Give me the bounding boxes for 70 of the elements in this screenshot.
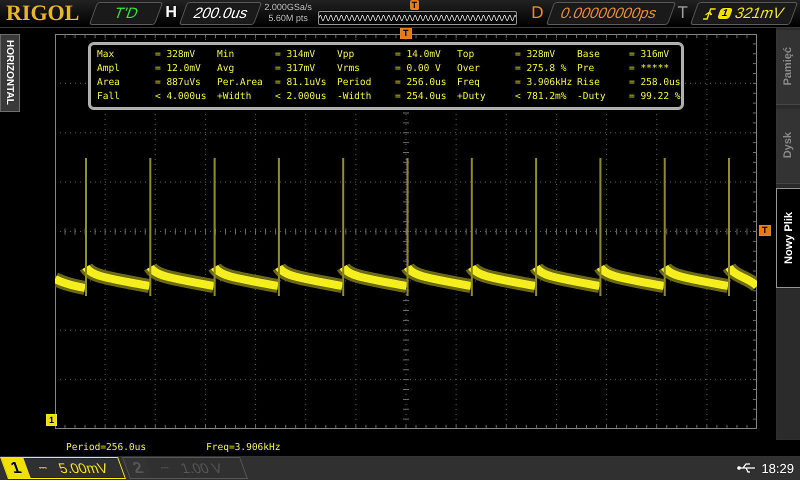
measurement-name: Vrms bbox=[337, 62, 361, 76]
trigger-source: 1 bbox=[716, 8, 732, 19]
rising-edge-icon bbox=[702, 7, 716, 20]
measurement-value: = 258.0us bbox=[629, 76, 682, 90]
coupling-symbol: ⎓ bbox=[159, 462, 171, 474]
measurement-value: < 4.000us bbox=[155, 90, 208, 104]
channel-setting[interactable]: 1 ⎓ 5.00mV bbox=[0, 457, 126, 480]
trigger-setting[interactable]: 1 321mV bbox=[690, 2, 798, 25]
usb-icon bbox=[737, 463, 758, 474]
measurement-value: = 314mV bbox=[275, 48, 316, 62]
measurement-value: = 14.0mV bbox=[395, 48, 442, 62]
measurement-name: Vpp bbox=[337, 48, 356, 62]
measurement-name: Freq bbox=[457, 76, 481, 90]
measurement-name: -Width bbox=[337, 90, 372, 104]
measurement-name: Per.Area bbox=[217, 76, 264, 90]
menu-tab[interactable]: Nowy Plik bbox=[776, 188, 800, 288]
measurement-name: Period bbox=[337, 76, 372, 90]
measurement-name: Min bbox=[217, 48, 236, 62]
measurement-value: = 12.0mV bbox=[155, 62, 202, 76]
memory-depth: 5.60M pts bbox=[267, 13, 309, 24]
clock-time: 18:29 bbox=[761, 460, 794, 476]
measurement-value: = 254.0us bbox=[395, 90, 448, 104]
measurement-name: Max bbox=[97, 48, 116, 62]
measurement-value: = 256.0us bbox=[395, 76, 448, 90]
measurement-value: = 328mV bbox=[515, 48, 556, 62]
measurement-readout: Period=256.0us bbox=[66, 442, 146, 454]
measurement-value: = 99.22 % bbox=[629, 90, 682, 104]
measurement-name: -Duty bbox=[577, 90, 607, 104]
menu-tab[interactable]: Pamięć bbox=[776, 30, 800, 105]
timebase-label: H bbox=[165, 4, 177, 22]
channel-number: 1 bbox=[1, 458, 31, 478]
measurement-value: < 2.000us bbox=[275, 90, 328, 104]
measurement-value: = ***** bbox=[629, 62, 670, 76]
horizontal-label: HORIZONTAL bbox=[0, 34, 20, 112]
channel-marker: 1 bbox=[46, 414, 58, 426]
measurement-name: +Duty bbox=[457, 90, 487, 104]
trigger-level: 321mV bbox=[732, 4, 786, 22]
brand-logo: RIGOL bbox=[6, 0, 80, 26]
measurement-readout: Freq=3.906kHz bbox=[206, 442, 280, 454]
measurement-value: = 317mV bbox=[275, 62, 316, 76]
trigger-position-marker: T bbox=[400, 28, 412, 39]
menu-tab[interactable]: Dysk bbox=[776, 108, 800, 184]
timebase-value[interactable]: 200.0us bbox=[178, 2, 262, 25]
measurement-name: Avg bbox=[217, 62, 236, 76]
measurement-name: Fall bbox=[97, 90, 121, 104]
delay-label: D bbox=[531, 3, 544, 24]
run-status: T'D bbox=[89, 2, 164, 25]
measurement-name: Pre bbox=[577, 62, 596, 76]
measurement-value: = 328mV bbox=[155, 48, 196, 62]
measurement-name: +Width bbox=[217, 90, 252, 104]
measurement-name: Over bbox=[457, 62, 481, 76]
measurement-value: = 81.1uVs bbox=[275, 76, 328, 90]
measurement-name: Rise bbox=[577, 76, 601, 90]
measurement-value: = 3.906kHz bbox=[515, 76, 574, 90]
trigger-label: T bbox=[678, 3, 688, 24]
measurement-value: < 781.2m% bbox=[515, 90, 568, 104]
measurement-value: = 887uVs bbox=[155, 76, 202, 90]
measurement-value: = 316mV bbox=[629, 48, 670, 62]
coupling-symbol: ⎓ bbox=[37, 462, 49, 474]
trigger-level-marker: T bbox=[759, 224, 770, 236]
measurement-name: Ampl bbox=[97, 62, 121, 76]
measurement-value: = 0.00 V bbox=[395, 62, 442, 76]
channel-scale: 5.00mV bbox=[56, 460, 110, 476]
measurement-value: = 275.8 % bbox=[515, 62, 568, 76]
measurement-name: Top bbox=[457, 48, 476, 62]
trigger-position-marker: T bbox=[410, 0, 420, 10]
delay-value[interactable]: 0.00000000ps bbox=[545, 2, 676, 25]
measurement-name: Base bbox=[577, 48, 601, 62]
sample-rate: 2.000GSa/s bbox=[264, 2, 312, 14]
measurement-name: Area bbox=[97, 76, 121, 90]
